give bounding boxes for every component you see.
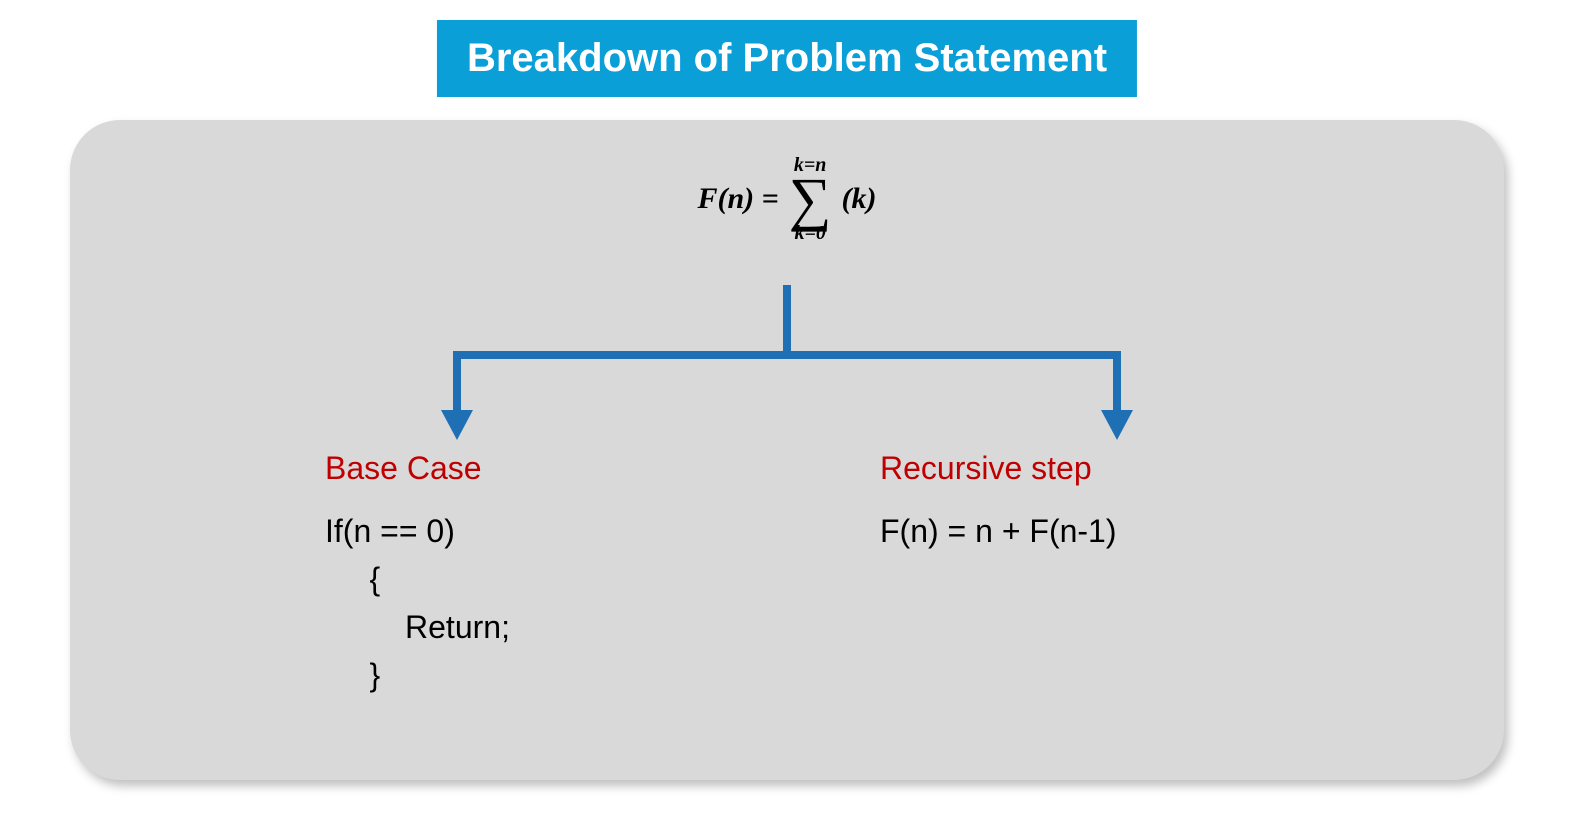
recursive-step-heading: Recursive step <box>880 450 1320 487</box>
sigma-icon: ∑ <box>789 175 832 223</box>
sigma-block: k=n ∑ k=0 <box>789 155 832 243</box>
formula-rhs: (k) <box>842 182 877 216</box>
arrow-down-left-icon <box>441 410 473 440</box>
formula-lhs: F(n) = <box>697 182 778 216</box>
base-case-heading: Base Case <box>325 450 765 487</box>
title-banner: Breakdown of Problem Statement <box>437 20 1137 97</box>
summation-formula: F(n) = k=n ∑ k=0 (k) <box>697 155 876 243</box>
recursive-step-body: F(n) = n + F(n-1) <box>880 507 1320 555</box>
base-case-body: If(n == 0) { Return; } <box>325 507 765 699</box>
arrow-down-right-icon <box>1101 410 1133 440</box>
branch-connector <box>397 285 1177 445</box>
recursive-step-branch: Recursive step F(n) = n + F(n-1) <box>880 450 1320 555</box>
diagram-panel: F(n) = k=n ∑ k=0 (k) Base Case If(n == 0… <box>70 120 1504 780</box>
title-text: Breakdown of Problem Statement <box>467 36 1107 80</box>
sum-lower-limit: k=0 <box>794 223 825 243</box>
base-case-branch: Base Case If(n == 0) { Return; } <box>325 450 765 699</box>
